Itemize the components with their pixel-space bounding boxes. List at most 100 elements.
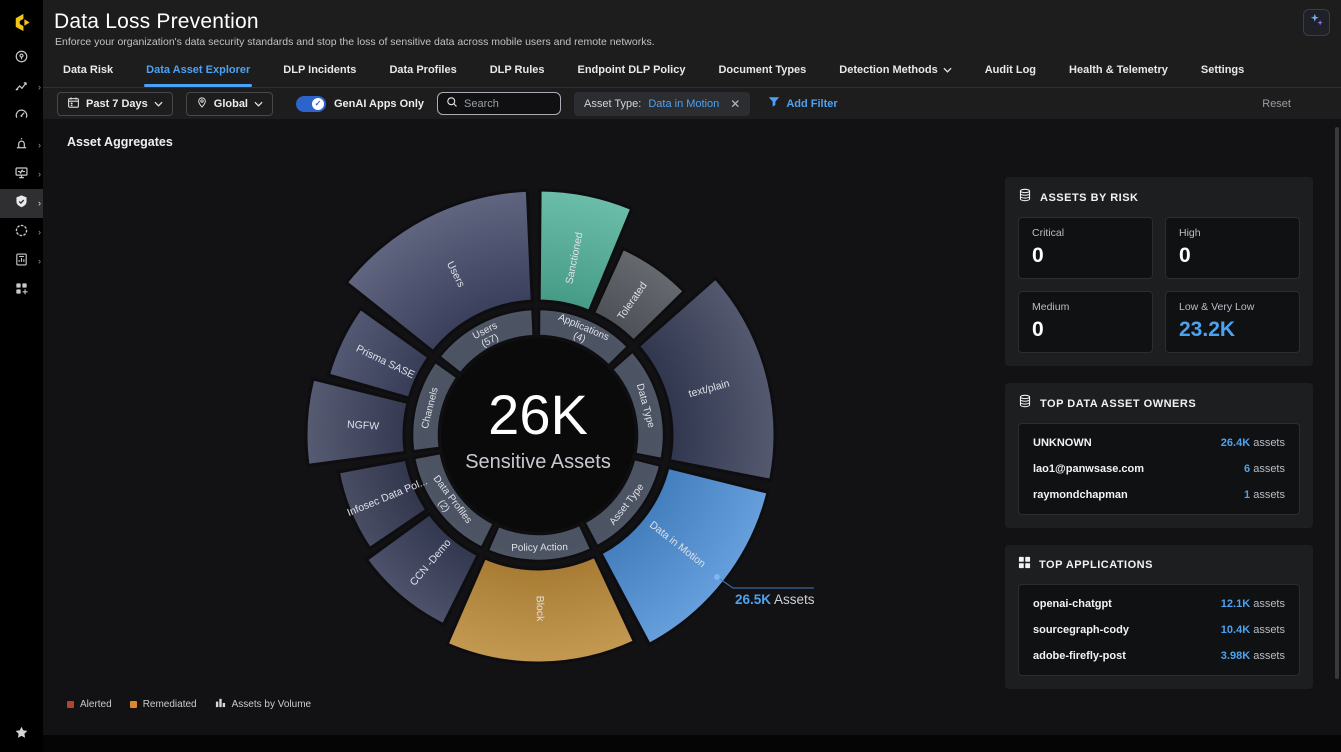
application-row: sourcegraph-cody 10.4K assets: [1033, 617, 1285, 643]
palo-alto-logo: [0, 0, 43, 44]
workflows-icon: [14, 165, 29, 185]
tab-bar: Data Risk Data Asset Explorer DLP Incide…: [43, 52, 1341, 88]
genai-toggle-wrap: ✓ GenAI Apps Only: [296, 96, 424, 112]
callout-leader-line: [717, 577, 814, 588]
segment-label: Block: [534, 596, 546, 623]
risk-tile-high[interactable]: High 0: [1165, 217, 1300, 279]
chevron-right-icon: ›: [38, 83, 41, 92]
close-icon[interactable]: ✕: [730, 97, 740, 111]
sidebar-item-overview[interactable]: [0, 44, 43, 73]
copilot-button[interactable]: [1303, 9, 1330, 36]
tab-data-profiles[interactable]: Data Profiles: [389, 52, 456, 87]
content-area: Asset Aggregates 26KSensitive AssetsSanc…: [43, 119, 1341, 735]
page-title: Data Loss Prevention: [54, 10, 259, 34]
owner-row: UNKNOWN 26.4K assets: [1033, 430, 1285, 456]
compass-icon: [14, 49, 29, 69]
app-assets-link[interactable]: 10.4K: [1221, 624, 1250, 636]
search-icon: [446, 95, 458, 113]
chart-legend: Alerted Remediated Assets by Volume: [67, 697, 311, 711]
legend-assets-by-volume: Assets by Volume: [215, 697, 311, 711]
legend-remediated: Remediated: [130, 699, 197, 710]
sidebar-item-reports[interactable]: ›: [0, 247, 43, 276]
owner-row: lao1@panwsase.com 6 assets: [1033, 456, 1285, 482]
tab-endpoint-dlp-policy[interactable]: Endpoint DLP Policy: [578, 52, 686, 87]
risk-tile-critical[interactable]: Critical 0: [1018, 217, 1153, 279]
grid-icon: [1018, 556, 1031, 574]
sidebar-item-insights[interactable]: ›: [0, 73, 43, 102]
reports-icon: [14, 252, 29, 272]
chevron-down-icon: [254, 98, 263, 110]
tab-audit-log[interactable]: Audit Log: [985, 52, 1036, 87]
sidebar-item-objects[interactable]: ›: [0, 218, 43, 247]
main-area: Data Loss Prevention Enforce your organi…: [43, 0, 1341, 735]
search-box[interactable]: [437, 92, 561, 115]
genai-apps-toggle[interactable]: ✓: [296, 96, 326, 112]
chevron-right-icon: ›: [38, 228, 41, 237]
risk-tile-low[interactable]: Low & Very Low 23.2K: [1165, 291, 1300, 353]
callout-text: 26.5K Assets: [735, 592, 815, 607]
alerted-swatch: [67, 701, 74, 708]
sidebar-item-dashboards[interactable]: [0, 102, 43, 131]
center-value: 26K: [488, 383, 588, 446]
asset-type-filter-chip[interactable]: Asset Type: Data in Motion ✕: [574, 92, 750, 116]
scope-button[interactable]: Global: [186, 92, 273, 116]
toggle-knob: ✓: [312, 98, 324, 110]
chevron-right-icon: ›: [38, 170, 41, 179]
tab-dlp-incidents[interactable]: DLP Incidents: [283, 52, 356, 87]
scrollbar-thumb[interactable]: [1335, 127, 1339, 679]
application-row: openai-chatgpt 12.1K assets: [1033, 591, 1285, 617]
titlebar: Data Loss Prevention Enforce your organi…: [43, 0, 1341, 52]
app-root: › › ›: [0, 0, 1341, 752]
database-icon: [1018, 394, 1032, 413]
legend-alerted: Alerted: [67, 699, 112, 710]
sidebar-item-workflows[interactable]: ›: [0, 160, 43, 189]
top-owners-panel: TOP DATA ASSET OWNERS UNKNOWN 26.4K asse…: [1005, 383, 1313, 528]
bar-chart-icon: [215, 697, 226, 711]
risk-tile-medium[interactable]: Medium 0: [1018, 291, 1153, 353]
chevron-down-icon: [943, 64, 952, 76]
settings-dots-icon: [14, 223, 29, 243]
sidebar-item-security-active[interactable]: ›: [0, 189, 43, 218]
right-column: ASSETS BY RISK Critical 0 High 0 Medium: [1005, 177, 1313, 689]
sidebar-item-incidents[interactable]: ›: [0, 131, 43, 160]
callout-dot: [714, 574, 720, 580]
search-input[interactable]: [464, 98, 552, 110]
chevron-right-icon: ›: [38, 141, 41, 150]
sunburst-chart: 26KSensitive AssetsSanctionedToleratedAp…: [43, 119, 1003, 735]
tab-settings[interactable]: Settings: [1201, 52, 1244, 87]
top-applications-panel: TOP APPLICATIONS openai-chatgpt 12.1K as…: [1005, 545, 1313, 689]
panel-title: TOP APPLICATIONS: [1039, 559, 1153, 571]
segment-label: NGFW: [347, 419, 380, 433]
chevron-right-icon: ›: [38, 199, 41, 208]
tab-document-types[interactable]: Document Types: [718, 52, 806, 87]
add-filter-button[interactable]: Add Filter: [768, 96, 837, 111]
tab-dlp-rules[interactable]: DLP Rules: [490, 52, 545, 87]
insights-icon: [14, 78, 29, 98]
calendar-icon: [67, 96, 80, 112]
bottom-strip: [43, 735, 1341, 752]
panel-title: ASSETS BY RISK: [1040, 192, 1139, 204]
tab-health-telemetry[interactable]: Health & Telemetry: [1069, 52, 1168, 87]
sidebar-item-marketplace[interactable]: [0, 276, 43, 305]
reset-button[interactable]: Reset: [1262, 98, 1291, 110]
center-label: Sensitive Assets: [465, 451, 611, 473]
app-assets-link[interactable]: 3.98K: [1221, 650, 1250, 662]
star-icon: [14, 725, 29, 745]
remediated-swatch: [130, 701, 137, 708]
filter-bar: Past 7 Days Global ✓ GenAI Apps Only: [43, 88, 1341, 119]
tab-detection-methods[interactable]: Detection Methods: [839, 52, 951, 87]
tab-data-risk[interactable]: Data Risk: [63, 52, 113, 87]
ring-label: Policy Action: [511, 542, 568, 554]
sparkles-icon: [1309, 12, 1325, 33]
panel-title: TOP DATA ASSET OWNERS: [1040, 398, 1196, 410]
owner-assets-link[interactable]: 26.4K: [1221, 437, 1250, 449]
application-row: adobe-firefly-post 3.98K assets: [1033, 643, 1285, 669]
shield-check-icon: [14, 194, 29, 214]
funnel-icon: [768, 96, 780, 111]
location-pin-icon: [196, 96, 208, 112]
tab-data-asset-explorer[interactable]: Data Asset Explorer: [146, 52, 250, 87]
app-assets-link[interactable]: 12.1K: [1221, 598, 1250, 610]
database-icon: [1018, 188, 1032, 207]
date-range-button[interactable]: Past 7 Days: [57, 92, 173, 116]
sidebar-item-favorites[interactable]: [0, 722, 43, 748]
